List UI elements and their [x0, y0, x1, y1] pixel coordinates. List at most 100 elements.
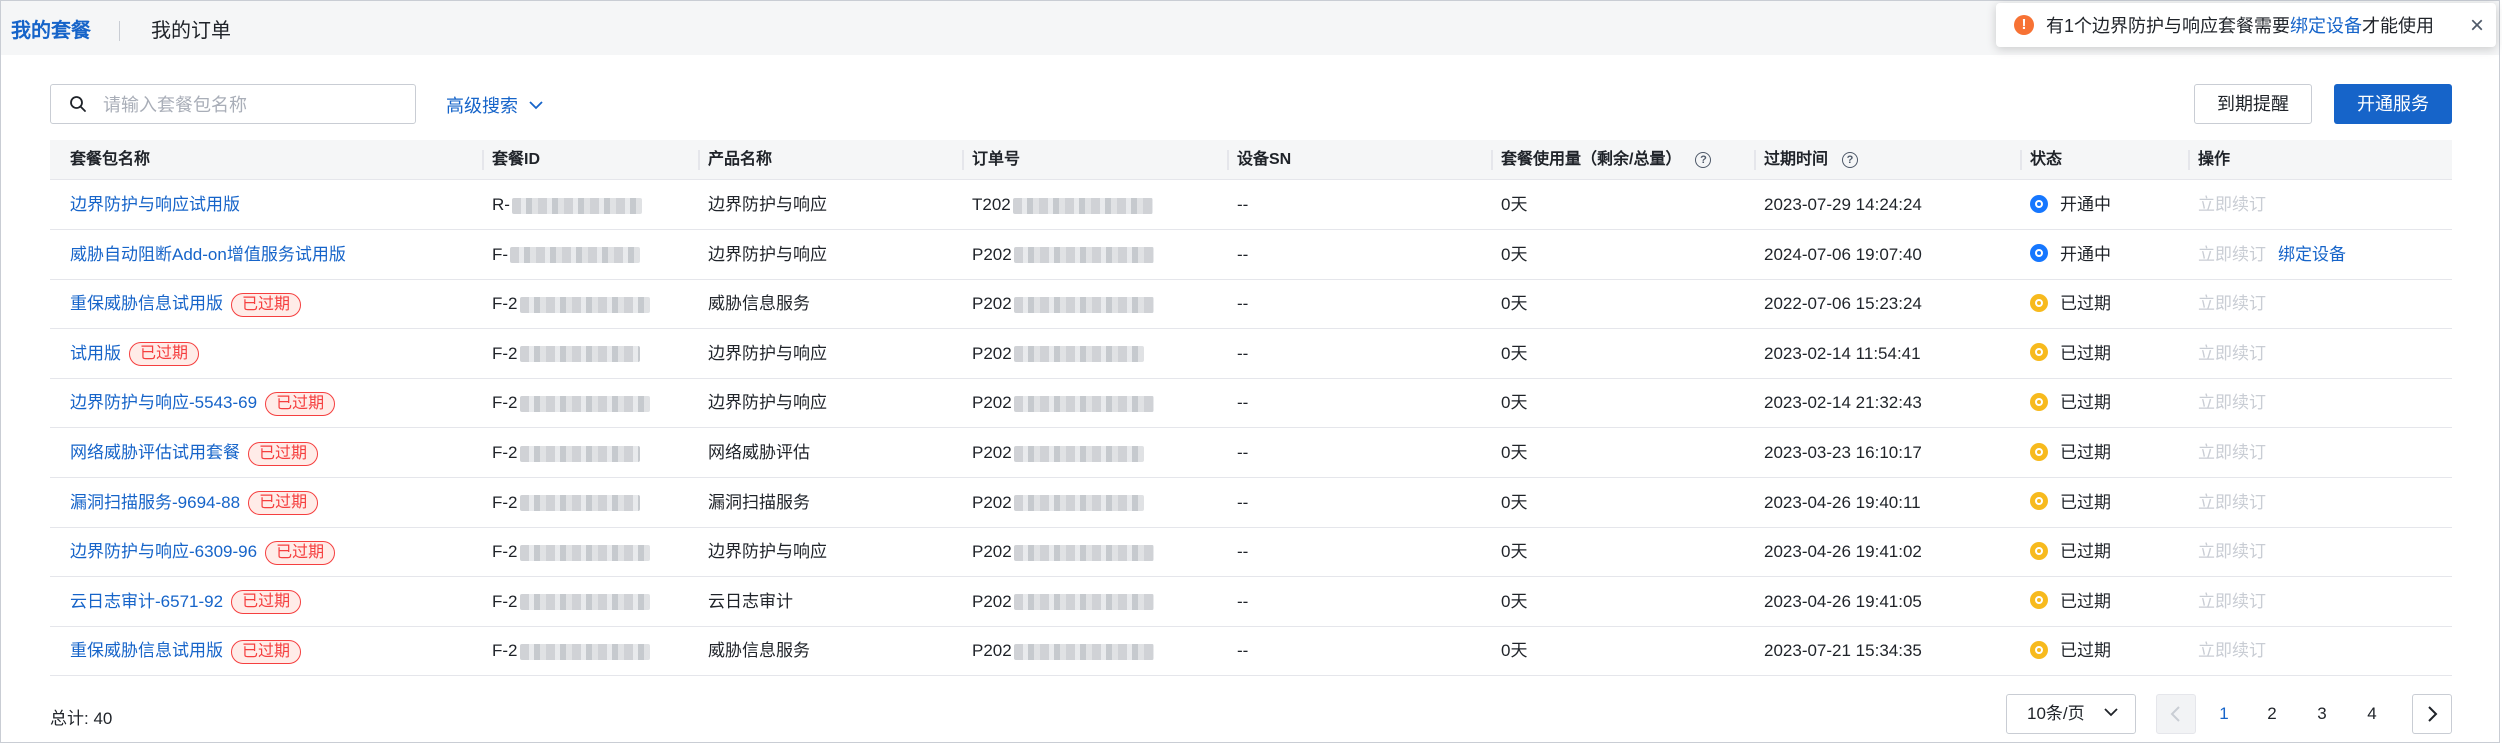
column-resizer[interactable] [962, 150, 964, 170]
search-input[interactable] [101, 91, 405, 119]
header-name: 套餐包名称 [70, 151, 151, 168]
renew-button[interactable]: 立即续订 [2198, 443, 2266, 462]
column-resizer[interactable] [2188, 150, 2190, 170]
product-cell: 边界防护与响应 [708, 393, 827, 413]
tab-my-orders[interactable]: 我的订单 [151, 17, 231, 45]
package-name-link[interactable]: 重保威胁信息试用版 [70, 641, 223, 660]
header-status: 状态 [2030, 151, 2063, 168]
page-1[interactable]: 1 [2204, 694, 2244, 734]
column-resizer[interactable] [1227, 150, 1229, 170]
product-cell: 边界防护与响应 [708, 195, 827, 214]
next-page-button[interactable] [2412, 694, 2452, 734]
column-resizer[interactable] [1754, 150, 1756, 170]
usage-cell: 0天 [1501, 343, 1528, 363]
package-search-box[interactable] [50, 84, 416, 124]
package-id-prefix: F-2 [492, 294, 518, 314]
page-4[interactable]: 4 [2352, 694, 2392, 734]
status-text: 已过期 [2060, 542, 2111, 562]
help-icon[interactable]: ? [1842, 151, 1859, 168]
renew-button[interactable]: 立即续订 [2198, 344, 2266, 363]
redacted-order [1013, 495, 1144, 512]
bind-device-button[interactable]: 绑定设备 [2278, 245, 2346, 264]
order-no-prefix: T202 [972, 195, 1011, 214]
column-resizer[interactable] [698, 150, 700, 170]
bind-device-notification: ! 有1个边界防护与响应套餐需要 绑定设备 才能使用 × [1996, 3, 2496, 47]
table-row: 云日志审计-6571-92 已过期 F-2 云日志审计 P202 -- 0天 2023-04-… [50, 577, 2452, 627]
link-icon [2030, 244, 2048, 263]
advanced-search-toggle[interactable]: 高级搜索 [446, 92, 544, 118]
renew-button[interactable]: 立即续订 [2198, 245, 2266, 264]
column-resizer[interactable] [1491, 150, 1493, 170]
package-name-link[interactable]: 边界防护与响应-5543-69 [70, 393, 257, 412]
renew-button[interactable]: 立即续订 [2198, 393, 2266, 412]
open-service-button[interactable]: 开通服务 [2334, 84, 2452, 124]
redacted-order [1013, 544, 1154, 561]
package-id-prefix: F-2 [492, 542, 518, 562]
expired-tag: 已过期 [265, 540, 336, 565]
link-icon [2030, 194, 2048, 213]
order-no-cell: P202 [972, 329, 1144, 379]
page-2[interactable]: 2 [2252, 694, 2292, 734]
column-resizer[interactable] [2020, 150, 2022, 170]
close-icon[interactable]: × [2470, 12, 2484, 40]
order-no-prefix: P202 [972, 443, 1012, 462]
table-row: 漏洞扫描服务-9694-88 已过期 F-2 漏洞扫描服务 P202 -- 0天 2023-0… [50, 478, 2452, 528]
notice-bind-device-link[interactable]: 绑定设备 [2290, 12, 2362, 38]
page-3[interactable]: 3 [2302, 694, 2342, 734]
clock-icon [2030, 442, 2048, 461]
renew-button[interactable]: 立即续订 [2198, 493, 2266, 512]
status-cell: 开通中 [2030, 180, 2111, 230]
package-name-link[interactable]: 试用版 [70, 344, 121, 363]
name-cell: 漏洞扫描服务-9694-88 已过期 [70, 478, 319, 528]
status-cell: 已过期 [2030, 279, 2111, 329]
package-id-cell: F-2 [492, 329, 640, 379]
package-id-cell: F-2 [492, 626, 650, 676]
order-no-cell: P202 [972, 230, 1154, 280]
device-sn-cell: -- [1237, 492, 1249, 512]
page-size-select[interactable]: 10条/页 [2006, 694, 2136, 734]
status-text: 已过期 [2060, 492, 2111, 512]
package-id-prefix: F-2 [492, 343, 518, 363]
package-id-prefix: F-2 [492, 641, 518, 661]
package-name-link[interactable]: 重保威胁信息试用版 [70, 294, 223, 313]
device-sn-cell: -- [1237, 443, 1249, 462]
order-no-prefix: P202 [972, 294, 1012, 314]
renew-button[interactable]: 立即续订 [2198, 542, 2266, 561]
package-name-link[interactable]: 漏洞扫描服务-9694-88 [70, 493, 240, 512]
expire-remind-button[interactable]: 到期提醒 [2194, 84, 2312, 124]
usage-cell: 0天 [1501, 492, 1528, 512]
renew-button[interactable]: 立即续订 [2198, 641, 2266, 660]
expired-tag: 已过期 [231, 590, 302, 615]
name-cell: 边界防护与响应-5543-69 已过期 [70, 378, 336, 428]
expire-time-cell: 2023-02-14 21:32:43 [1764, 393, 1922, 413]
expire-time-cell: 2023-07-21 15:34:35 [1764, 641, 1922, 661]
package-name-link[interactable]: 边界防护与响应-6309-96 [70, 542, 257, 561]
clock-icon [2030, 492, 2048, 511]
renew-button[interactable]: 立即续订 [2198, 195, 2266, 214]
renew-button[interactable]: 立即续订 [2198, 592, 2266, 611]
product-cell: 边界防护与响应 [708, 542, 827, 562]
status-text: 已过期 [2060, 343, 2111, 363]
help-icon[interactable]: ? [1695, 151, 1712, 168]
package-name-link[interactable]: 边界防护与响应试用版 [70, 195, 240, 214]
order-no-prefix: P202 [972, 393, 1012, 413]
package-name-link[interactable]: 威胁自动阻断Add-on增值服务试用版 [70, 245, 346, 264]
package-name-link[interactable]: 云日志审计-6571-92 [70, 592, 223, 611]
header-package-id: 套餐ID [492, 151, 541, 168]
expire-time-cell: 2023-07-29 14:24:24 [1764, 195, 1922, 214]
package-name-link[interactable]: 网络威胁评估试用套餐 [70, 443, 240, 462]
status-text: 已过期 [2060, 591, 2111, 611]
package-id-prefix: F-2 [492, 393, 518, 413]
prev-page-button[interactable] [2156, 694, 2196, 734]
usage-cell: 0天 [1501, 195, 1528, 214]
column-resizer[interactable] [482, 150, 484, 170]
advanced-search-label: 高级搜索 [446, 96, 518, 116]
actions-cell: 立即续订 [2198, 478, 2266, 528]
renew-button[interactable]: 立即续订 [2198, 294, 2266, 313]
device-sn-cell: -- [1237, 294, 1249, 314]
status-cell: 已过期 [2030, 378, 2111, 428]
order-no-prefix: P202 [972, 244, 1012, 264]
usage-cell: 0天 [1501, 542, 1528, 562]
tab-my-packages[interactable]: 我的套餐 [11, 17, 91, 45]
package-id-cell: F-2 [492, 378, 650, 428]
